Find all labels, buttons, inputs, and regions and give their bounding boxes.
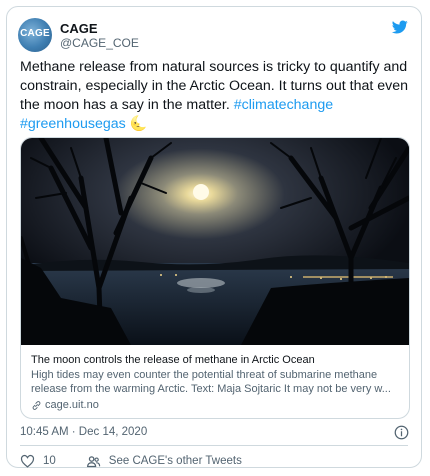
link-card-title[interactable]: The moon controls the release of methane…: [31, 353, 401, 368]
divider: [20, 445, 408, 446]
tweet-text: Methane release from natural sources is …: [20, 58, 412, 134]
tweet-actions: 10 See CAGE's other Tweets: [20, 452, 242, 470]
link-card-domain[interactable]: cage.uit.no: [45, 398, 99, 413]
like-count[interactable]: 10: [43, 455, 56, 467]
avatar[interactable]: CAGE: [18, 18, 52, 52]
author-names[interactable]: CAGE @CAGE_COE: [60, 21, 139, 51]
hashtag-greenhousegas[interactable]: #greenhousegas: [20, 116, 126, 132]
link-card-info: The moon controls the release of methane…: [31, 353, 401, 413]
heart-icon[interactable]: [20, 454, 35, 469]
tweet-body-text: Methane release from natural sources is …: [20, 59, 408, 113]
link-icon: [32, 401, 41, 410]
link-card[interactable]: The moon controls the release of methane…: [20, 137, 410, 419]
link-card-description: High tides may even counter the potentia…: [31, 369, 391, 395]
people-icon[interactable]: [86, 454, 101, 469]
other-tweets-link[interactable]: See CAGE's other Tweets: [109, 455, 242, 467]
hashtag-climatechange[interactable]: #climatechange: [234, 97, 333, 113]
info-icon[interactable]: [394, 425, 409, 440]
link-card-domain-row[interactable]: cage.uit.no: [31, 398, 401, 413]
moon-emoji: 🌜: [129, 116, 148, 132]
avatar-label: CAGE: [20, 28, 50, 39]
author-handle[interactable]: @CAGE_COE: [60, 36, 139, 51]
author-display-name[interactable]: CAGE: [60, 21, 139, 36]
tweet-card[interactable]: CAGE CAGE @CAGE_COE Methane release from…: [6, 6, 422, 468]
twitter-bird-icon[interactable]: [391, 19, 409, 35]
tweet-header: CAGE CAGE @CAGE_COE: [18, 15, 409, 55]
tweet-timestamp[interactable]: 10:45 AM · Dec 14, 2020: [20, 426, 147, 438]
link-card-image: [21, 138, 409, 345]
